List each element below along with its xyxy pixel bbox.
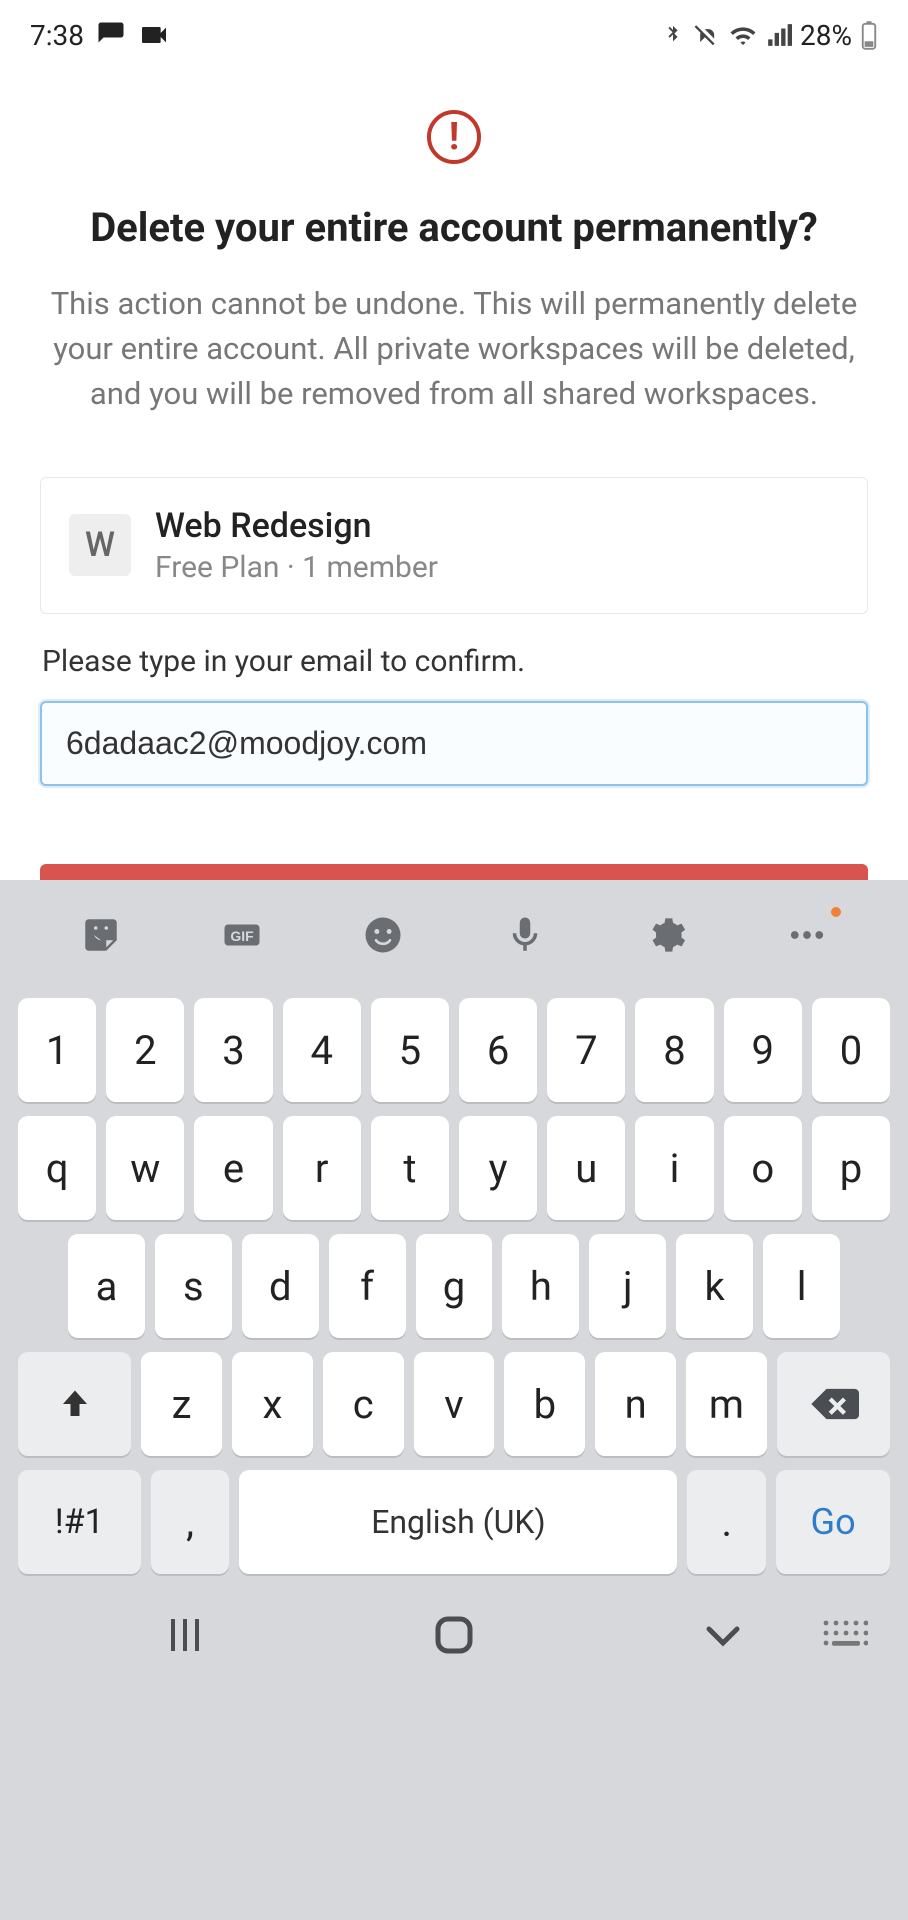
key-t[interactable]: t [371, 1116, 449, 1220]
keyboard-row-numbers: 1 2 3 4 5 6 7 8 9 0 [18, 998, 890, 1102]
video-icon [138, 19, 170, 51]
key-o[interactable]: o [724, 1116, 802, 1220]
key-w[interactable]: w [106, 1116, 184, 1220]
key-m[interactable]: m [686, 1352, 767, 1456]
nav-keyboard-icon[interactable] [820, 1611, 868, 1663]
dialog-subtitle: This action cannot be undone. This will … [44, 282, 864, 417]
status-time: 7:38 [30, 19, 84, 52]
key-u[interactable]: u [547, 1116, 625, 1220]
nav-back-icon[interactable] [699, 1611, 747, 1663]
key-x[interactable]: x [232, 1352, 313, 1456]
workspace-avatar: W [69, 514, 131, 576]
key-8[interactable]: 8 [635, 998, 713, 1102]
battery-text: 28% [800, 19, 852, 52]
nav-bar [0, 1582, 908, 1692]
gif-icon[interactable]: GIF [218, 911, 266, 959]
svg-text:GIF: GIF [230, 928, 254, 944]
key-d[interactable]: d [242, 1234, 319, 1338]
key-go[interactable]: Go [776, 1470, 890, 1574]
keyboard-row-zxcv: z x c v b n m [18, 1352, 890, 1456]
wifi-icon [728, 20, 758, 50]
signal-icon [766, 22, 792, 48]
key-0[interactable]: 0 [812, 998, 890, 1102]
key-shift[interactable] [18, 1352, 131, 1456]
key-j[interactable]: j [589, 1234, 666, 1338]
key-7[interactable]: 7 [547, 998, 625, 1102]
key-g[interactable]: g [416, 1234, 493, 1338]
gear-icon[interactable] [642, 911, 690, 959]
key-1[interactable]: 1 [18, 998, 96, 1102]
status-bar: 7:38 28% [0, 0, 908, 70]
key-backspace[interactable] [777, 1352, 890, 1456]
key-f[interactable]: f [329, 1234, 406, 1338]
workspace-card: W Web Redesign Free Plan · 1 member [40, 477, 868, 614]
key-l[interactable]: l [763, 1234, 840, 1338]
key-c[interactable]: c [323, 1352, 404, 1456]
key-2[interactable]: 2 [106, 998, 184, 1102]
key-symbols[interactable]: !#1 [18, 1470, 141, 1574]
key-comma[interactable]: , [151, 1470, 230, 1574]
sticker-icon[interactable] [77, 911, 125, 959]
nav-recent-icon[interactable] [161, 1611, 209, 1663]
key-z[interactable]: z [141, 1352, 222, 1456]
key-e[interactable]: e [194, 1116, 272, 1220]
key-k[interactable]: k [676, 1234, 753, 1338]
key-a[interactable]: a [68, 1234, 145, 1338]
status-right: 28% [662, 19, 878, 52]
vibrate-icon [692, 21, 720, 49]
key-period[interactable]: . [687, 1470, 766, 1574]
key-s[interactable]: s [155, 1234, 232, 1338]
key-4[interactable]: 4 [283, 998, 361, 1102]
keyboard-row-bottom: !#1 , English (UK) . Go [18, 1470, 890, 1574]
keyboard-row-asdf: a s d f g h j k l [18, 1234, 890, 1338]
confirm-label: Please type in your email to confirm. [40, 644, 525, 679]
workspace-name: Web Redesign [155, 506, 438, 546]
soft-keyboard: GIF 1 2 3 4 5 6 7 8 9 0 q [0, 880, 908, 1920]
emoji-icon[interactable] [359, 911, 407, 959]
email-confirm-input[interactable] [40, 701, 868, 786]
chat-icon [96, 20, 126, 50]
workspace-meta: Free Plan · 1 member [155, 550, 438, 585]
key-b[interactable]: b [504, 1352, 585, 1456]
key-v[interactable]: v [414, 1352, 495, 1456]
key-p[interactable]: p [812, 1116, 890, 1220]
keyboard-row-qwerty: q w e r t y u i o p [18, 1116, 890, 1220]
battery-icon [860, 20, 878, 50]
alert-icon: ! [427, 110, 481, 164]
mic-icon[interactable] [501, 911, 549, 959]
dialog-title: Delete your entire account permanently? [90, 204, 818, 252]
key-space[interactable]: English (UK) [239, 1470, 677, 1574]
key-n[interactable]: n [595, 1352, 676, 1456]
key-r[interactable]: r [283, 1116, 361, 1220]
bluetooth-icon [662, 22, 684, 48]
key-9[interactable]: 9 [724, 998, 802, 1102]
delete-account-dialog: ! Delete your entire account permanently… [0, 70, 908, 1006]
status-left: 7:38 [30, 19, 170, 52]
key-i[interactable]: i [635, 1116, 713, 1220]
key-5[interactable]: 5 [371, 998, 449, 1102]
more-icon[interactable] [783, 911, 831, 959]
key-3[interactable]: 3 [194, 998, 272, 1102]
key-q[interactable]: q [18, 1116, 96, 1220]
key-y[interactable]: y [459, 1116, 537, 1220]
nav-home-icon[interactable] [430, 1611, 478, 1663]
keyboard-toolbar: GIF [0, 880, 908, 990]
key-h[interactable]: h [502, 1234, 579, 1338]
key-6[interactable]: 6 [459, 998, 537, 1102]
